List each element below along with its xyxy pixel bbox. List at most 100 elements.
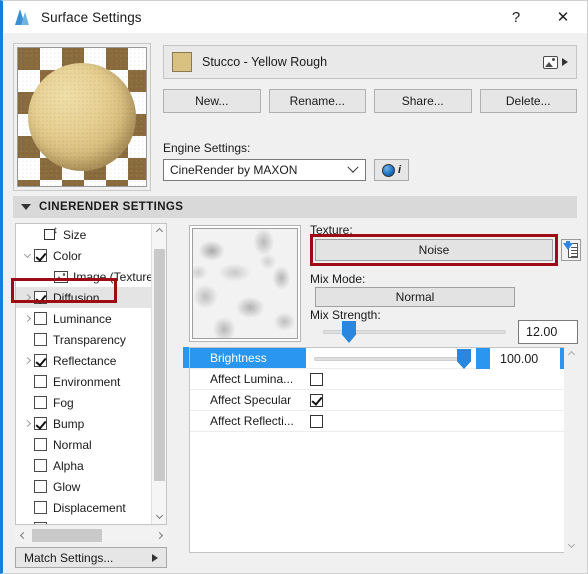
tree-item-grass[interactable]: Grass bbox=[16, 518, 152, 525]
checkbox-reflectance[interactable] bbox=[34, 354, 47, 367]
tree-horizontal-scrollbar[interactable] bbox=[15, 527, 167, 543]
chevron-up-icon[interactable] bbox=[152, 224, 166, 239]
help-button[interactable]: ? bbox=[493, 1, 539, 33]
property-name: Affect Specular bbox=[210, 393, 292, 407]
tree-vertical-scrollbar[interactable] bbox=[151, 224, 166, 524]
chevron-down-icon[interactable] bbox=[20, 250, 34, 259]
texture-button[interactable]: Noise bbox=[315, 239, 553, 261]
checkbox-affect-specular[interactable] bbox=[310, 393, 323, 407]
cinerender-section-label: CINERENDER SETTINGS bbox=[39, 201, 184, 213]
material-name-field[interactable]: Stucco - Yellow Rough bbox=[163, 45, 577, 79]
tree-item-glow[interactable]: Glow bbox=[16, 476, 152, 497]
checkbox-affect-lumina[interactable] bbox=[310, 372, 323, 386]
chevron-up-icon[interactable] bbox=[564, 347, 579, 362]
tree-item-image-textured-re[interactable]: Image (Textured Re bbox=[16, 266, 166, 287]
brightness-input[interactable]: 100.00 bbox=[490, 348, 560, 369]
checkbox-grass[interactable] bbox=[34, 522, 47, 524]
property-row-affect-specular[interactable]: Affect Specular bbox=[190, 390, 576, 411]
tree-item-diffusion[interactable]: Diffusion bbox=[16, 287, 152, 308]
mix-strength-input[interactable]: 12.00 bbox=[518, 320, 578, 344]
mix-mode-button[interactable]: Normal bbox=[315, 287, 515, 307]
property-list-rows: Brightness 100.00 Affect Lumina... Affect S… bbox=[190, 348, 576, 432]
checkbox-glow[interactable] bbox=[34, 480, 47, 493]
tree-item-environment[interactable]: Environment bbox=[16, 371, 152, 392]
mix-strength-slider-thumb[interactable] bbox=[342, 321, 356, 343]
tree-item-label: Glow bbox=[53, 479, 81, 494]
property-list[interactable]: Brightness 100.00 Affect Lumina... Affect S… bbox=[189, 347, 577, 553]
chevron-right-icon[interactable] bbox=[20, 419, 34, 428]
channel-tree[interactable]: Size Color Image (Textured Re Diffusion Lumi… bbox=[15, 223, 167, 525]
match-settings-label: Match Settings... bbox=[24, 550, 114, 565]
chevron-down-icon[interactable] bbox=[152, 509, 166, 524]
engine-info-button[interactable]: i bbox=[374, 159, 409, 181]
share-button[interactable]: Share... bbox=[374, 89, 472, 113]
tree-item-alpha[interactable]: Alpha bbox=[16, 455, 152, 476]
brightness-accent-swatch bbox=[476, 348, 490, 369]
match-settings-button[interactable]: Match Settings... bbox=[15, 547, 167, 568]
checkbox-diffusion[interactable] bbox=[34, 291, 47, 304]
engine-select-value: CineRender by MAXON bbox=[170, 163, 298, 177]
brightness-value: 100.00 bbox=[500, 351, 539, 366]
new-button[interactable]: New... bbox=[163, 89, 261, 113]
checkbox-transparency[interactable] bbox=[34, 333, 47, 346]
channel-tree-list: Size Color Image (Textured Re Diffusion Lumi… bbox=[16, 224, 166, 525]
caret-down-icon bbox=[21, 204, 31, 210]
property-row-affect-lumina[interactable]: Affect Lumina... bbox=[190, 369, 576, 390]
checkbox-affect-reflecti[interactable] bbox=[310, 414, 323, 428]
checkbox-luminance[interactable] bbox=[34, 312, 47, 325]
chevron-right-icon[interactable] bbox=[20, 293, 34, 302]
tree-item-label: Bump bbox=[53, 416, 85, 431]
tree-item-label: Alpha bbox=[53, 458, 84, 473]
tree-item-displacement[interactable]: Displacement bbox=[16, 497, 152, 518]
property-row-brightness[interactable]: Brightness 100.00 bbox=[190, 348, 576, 369]
load-document-icon[interactable] bbox=[561, 239, 581, 261]
tree-item-color[interactable]: Color bbox=[16, 245, 152, 266]
checkbox-color[interactable] bbox=[34, 249, 47, 262]
material-name-label: Stucco - Yellow Rough bbox=[202, 55, 328, 69]
tree-item-reflectance[interactable]: Reflectance bbox=[16, 350, 152, 371]
tree-hscroll-thumb[interactable] bbox=[32, 528, 102, 542]
tree-item-luminance[interactable]: Luminance bbox=[16, 308, 152, 329]
checkbox-environment[interactable] bbox=[34, 375, 47, 388]
material-sphere-preview bbox=[17, 47, 147, 187]
window-controls: ? ✕ bbox=[493, 1, 587, 33]
chevron-right-icon[interactable] bbox=[20, 356, 34, 365]
surface-settings-dialog: Surface Settings ? ✕ Stucco - Yellow Rou… bbox=[0, 0, 588, 574]
chevron-left-icon[interactable] bbox=[15, 531, 31, 539]
tree-item-bump[interactable]: Bump bbox=[16, 413, 152, 434]
material-action-buttons: New... Rename... Share... Delete... bbox=[163, 89, 577, 113]
checkbox-alpha[interactable] bbox=[34, 459, 47, 472]
property-vertical-scrollbar[interactable] bbox=[564, 347, 579, 553]
checkbox-normal[interactable] bbox=[34, 438, 47, 451]
picture-icon bbox=[54, 270, 68, 283]
checkbox-bump[interactable] bbox=[34, 417, 47, 430]
texture-preview[interactable] bbox=[189, 225, 301, 342]
chevron-right-icon[interactable] bbox=[151, 531, 167, 539]
brightness-slider-thumb[interactable] bbox=[457, 349, 471, 369]
rename-button[interactable]: Rename... bbox=[268, 89, 366, 113]
tree-item-label: Displacement bbox=[53, 500, 126, 515]
tree-item-label: Grass bbox=[53, 522, 85, 525]
property-row-affect-reflecti[interactable]: Affect Reflecti... bbox=[190, 411, 576, 432]
triangle-right-icon[interactable] bbox=[562, 58, 568, 66]
chevron-down-icon[interactable] bbox=[564, 538, 579, 553]
delete-button[interactable]: Delete... bbox=[479, 89, 577, 113]
cinerender-section-header[interactable]: CINERENDER SETTINGS bbox=[13, 196, 577, 218]
tree-item-transparency[interactable]: Transparency bbox=[16, 329, 152, 350]
brightness-slider-track[interactable] bbox=[314, 357, 469, 361]
checkbox-displacement[interactable] bbox=[34, 501, 47, 514]
tree-item-label: Normal bbox=[53, 437, 92, 452]
close-button[interactable]: ✕ bbox=[539, 1, 587, 33]
window-title: Surface Settings bbox=[41, 9, 142, 25]
material-preview[interactable] bbox=[13, 43, 151, 191]
tree-item-normal[interactable]: Normal bbox=[16, 434, 152, 455]
checkbox-fog[interactable] bbox=[34, 396, 47, 409]
tree-scroll-thumb[interactable] bbox=[154, 249, 165, 481]
chevron-down-icon bbox=[347, 161, 359, 173]
engine-select[interactable]: CineRender by MAXON bbox=[163, 159, 366, 181]
chevron-right-icon[interactable] bbox=[20, 314, 34, 323]
tree-item-fog[interactable]: Fog bbox=[16, 392, 152, 413]
tree-item-size[interactable]: Size bbox=[16, 224, 152, 245]
engine-info-label: i bbox=[397, 164, 402, 176]
image-picker-icon[interactable] bbox=[543, 55, 558, 69]
